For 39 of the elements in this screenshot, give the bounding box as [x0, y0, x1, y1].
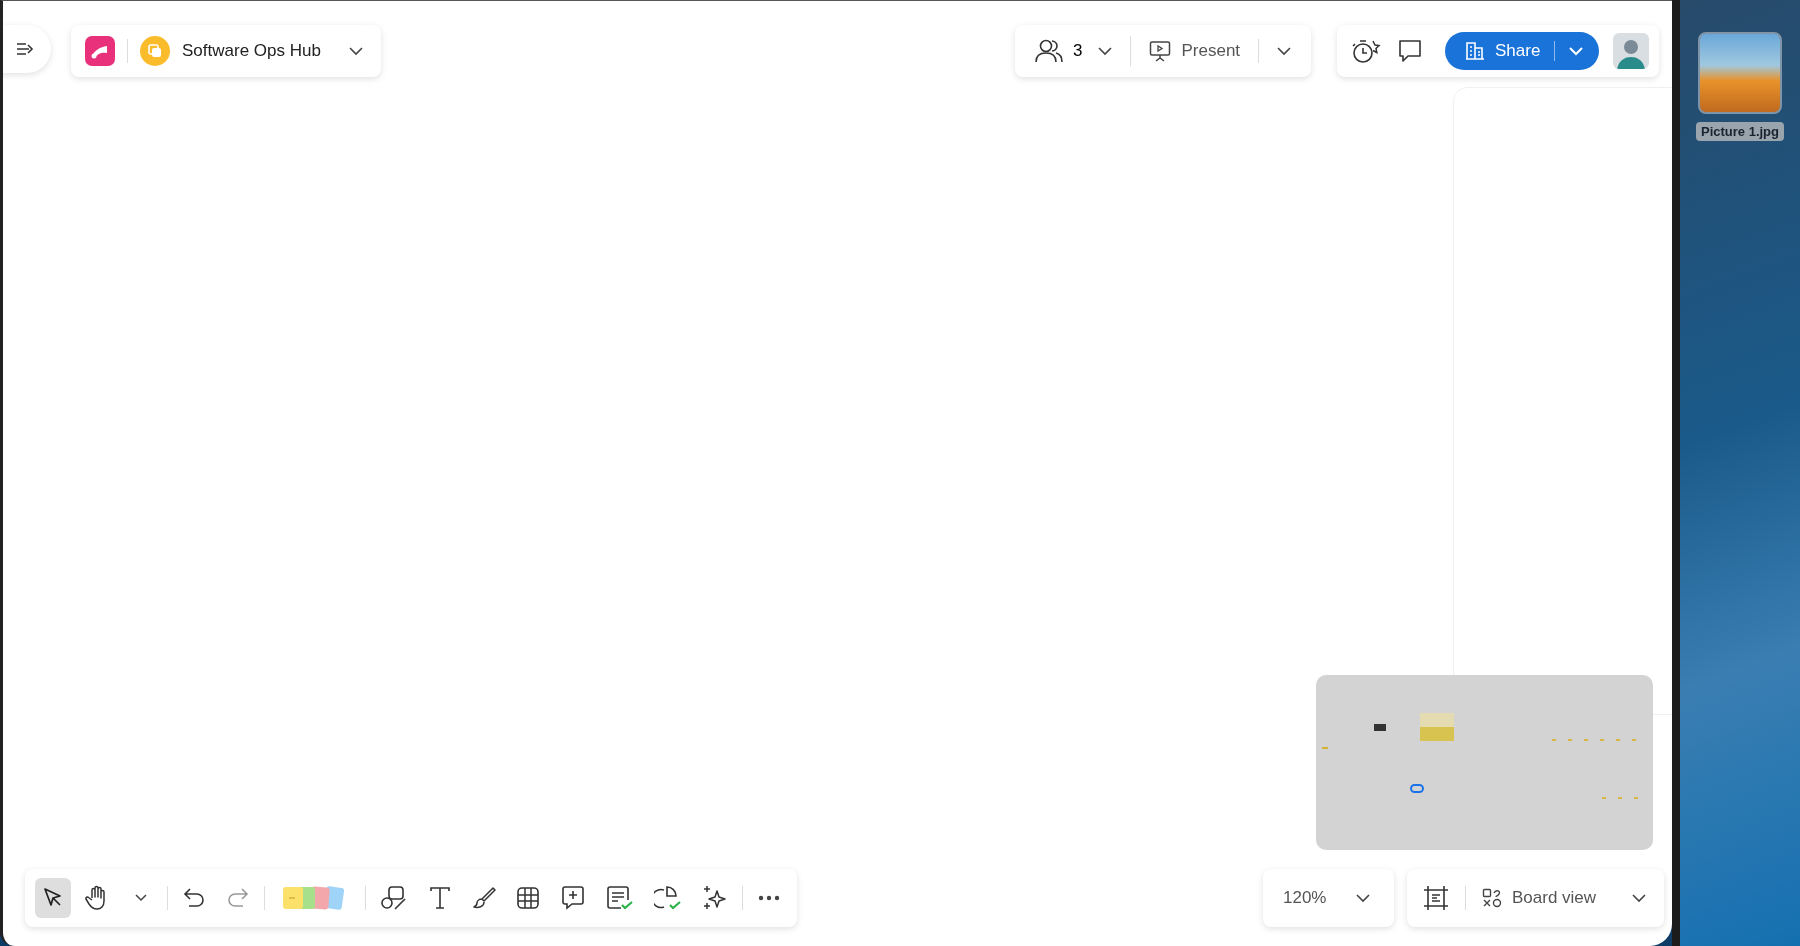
sparkle-icon: [702, 885, 728, 911]
timer-icon[interactable]: [1351, 38, 1383, 64]
chevron-down-icon: [1356, 893, 1371, 903]
sidebar-toggle-button[interactable]: [3, 25, 51, 73]
brush-icon: [472, 886, 496, 910]
user-avatar[interactable]: [1613, 33, 1650, 69]
redo-icon: [226, 887, 250, 909]
presentation-icon: [1149, 40, 1172, 62]
comment-icon[interactable]: [1397, 38, 1423, 64]
caret-icon: [135, 894, 147, 902]
shapes-icon: [380, 885, 408, 911]
app-logo-icon: [85, 36, 115, 66]
people-icon: [1035, 38, 1063, 64]
chevron-down-icon: [1098, 46, 1113, 56]
add-comment-icon: [560, 885, 586, 911]
chevron-down-icon[interactable]: [1277, 46, 1292, 56]
chevron-down-icon: [1569, 46, 1584, 56]
person-silhouette-icon: [1613, 33, 1650, 69]
chevron-down-icon: [1632, 893, 1647, 903]
board-view-dropdown[interactable]: Board view: [1482, 888, 1647, 908]
share-button[interactable]: Share: [1445, 32, 1600, 70]
building-icon: [1465, 41, 1485, 61]
desktop-file[interactable]: Picture 1.jpg: [1696, 32, 1784, 144]
collaborators-button[interactable]: 3: [1035, 38, 1113, 64]
present-button[interactable]: Present: [1149, 40, 1241, 62]
board-icon: [140, 36, 170, 66]
checked-card-icon: [606, 885, 634, 911]
board-title[interactable]: Software Ops Hub: [182, 41, 321, 61]
more-icon: [758, 895, 780, 901]
menu-icon: [16, 42, 34, 56]
pie-chart-check-icon: [654, 885, 682, 911]
undo-icon: [182, 887, 206, 909]
chevron-down-icon[interactable]: [348, 46, 363, 56]
shapes-grid-icon: [1482, 888, 1502, 908]
select-tool-button[interactable]: [35, 878, 71, 918]
text-icon: [429, 886, 451, 910]
zoom-level-dropdown[interactable]: 120%: [1263, 869, 1395, 927]
table-icon: [516, 886, 540, 910]
frame-icon[interactable]: [1423, 885, 1449, 911]
